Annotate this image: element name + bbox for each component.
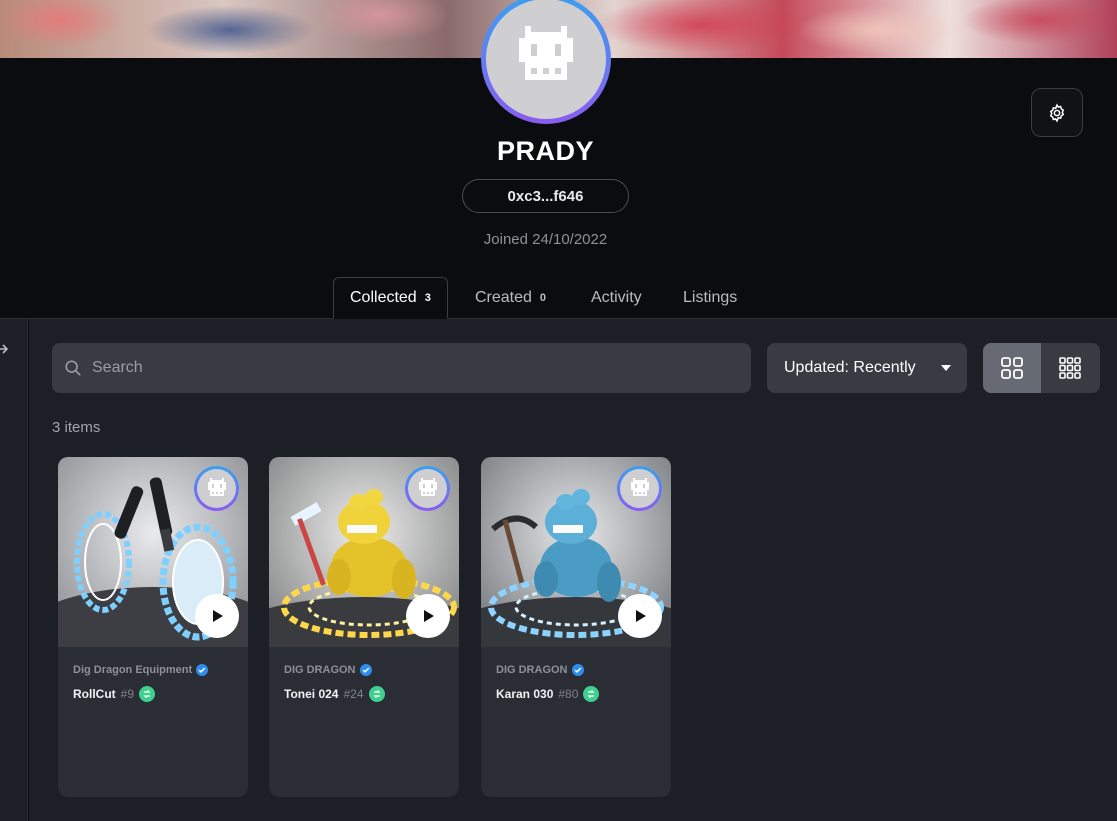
joined-date: Joined 24/10/2022 xyxy=(483,231,608,248)
small-grid-icon xyxy=(1059,357,1081,379)
play-icon xyxy=(424,610,434,622)
caret-down-icon xyxy=(941,365,951,371)
view-toggle[interactable] xyxy=(983,343,1100,393)
search-icon xyxy=(65,360,81,376)
wallet-address-pill[interactable]: 0xc3...f646 xyxy=(462,179,629,213)
chevron-right-icon[interactable] xyxy=(0,343,9,359)
play-button[interactable] xyxy=(618,594,662,638)
filter-sidebar[interactable] xyxy=(0,319,28,821)
creator-avatar[interactable] xyxy=(194,466,239,511)
collection-name[interactable]: DIG DRAGON xyxy=(496,664,584,676)
tab-label: Activity xyxy=(591,289,642,306)
nft-name-label: Karan 030 xyxy=(496,687,554,701)
verified-badge-icon xyxy=(196,664,209,676)
nft-name-label: RollCut xyxy=(73,687,116,701)
nft-card[interactable]: DIG DRAGON Karan 030 #80 xyxy=(481,457,671,797)
nft-title[interactable]: Karan 030 #80 xyxy=(496,686,600,702)
tab-count: 0 xyxy=(539,292,547,304)
pixel-skull-icon xyxy=(207,477,226,496)
tab-label: Collected xyxy=(350,289,417,306)
play-icon xyxy=(636,610,646,622)
settings-button[interactable] xyxy=(1031,88,1083,137)
items-count: 3 items xyxy=(52,419,101,436)
tab-created[interactable]: Created 0 xyxy=(475,277,546,319)
profile-avatar xyxy=(481,0,611,124)
tab-activity[interactable]: Activity xyxy=(591,277,642,319)
gear-icon xyxy=(1049,102,1065,123)
tab-label: Created xyxy=(475,289,532,306)
nft-card[interactable]: DIG DRAGON Tonei 024 #24 xyxy=(269,457,459,797)
large-grid-icon xyxy=(1001,357,1023,379)
creator-avatar[interactable] xyxy=(617,466,662,511)
nft-number: #24 xyxy=(343,687,364,701)
play-button[interactable] xyxy=(195,594,239,638)
play-button[interactable] xyxy=(406,594,450,638)
nft-number: #80 xyxy=(558,687,579,701)
pixel-skull-icon xyxy=(630,477,649,496)
creator-avatar[interactable] xyxy=(405,466,450,511)
small-grid-view-button[interactable] xyxy=(1041,343,1099,393)
collection-label: DIG DRAGON xyxy=(496,664,568,676)
sort-dropdown[interactable]: Updated: Recently xyxy=(767,343,967,393)
tab-label: Listings xyxy=(683,289,738,306)
nft-number: #9 xyxy=(120,687,135,701)
profile-username: PRADY xyxy=(496,136,594,166)
tab-collected[interactable]: Collected 3 xyxy=(333,277,448,319)
chain-badge-icon xyxy=(368,686,385,702)
pixel-skull-icon xyxy=(519,26,573,80)
tab-count: 3 xyxy=(424,292,431,304)
nft-card[interactable]: Dig Dragon Equipment RollCut #9 xyxy=(58,457,248,797)
verified-badge-icon xyxy=(571,664,584,676)
collection-name[interactable]: Dig Dragon Equipment xyxy=(73,664,209,676)
chain-badge-icon xyxy=(139,686,156,702)
nft-title[interactable]: RollCut #9 xyxy=(73,686,156,702)
collection-label: DIG DRAGON xyxy=(284,664,356,676)
search-bar[interactable] xyxy=(52,343,751,393)
collection-label: Dig Dragon Equipment xyxy=(73,664,193,676)
nft-name-label: Tonei 024 xyxy=(284,687,339,701)
large-grid-view-button[interactable] xyxy=(983,343,1041,393)
sort-label: Updated: Recently xyxy=(784,359,916,376)
nft-title[interactable]: Tonei 024 #24 xyxy=(284,686,385,702)
chain-badge-icon xyxy=(583,686,600,702)
tab-listings[interactable]: Listings xyxy=(683,277,737,319)
pixel-skull-icon xyxy=(418,477,437,496)
search-input[interactable] xyxy=(92,359,732,377)
verified-badge-icon xyxy=(359,664,372,676)
collection-name[interactable]: DIG DRAGON xyxy=(284,664,372,676)
play-icon xyxy=(213,610,223,622)
